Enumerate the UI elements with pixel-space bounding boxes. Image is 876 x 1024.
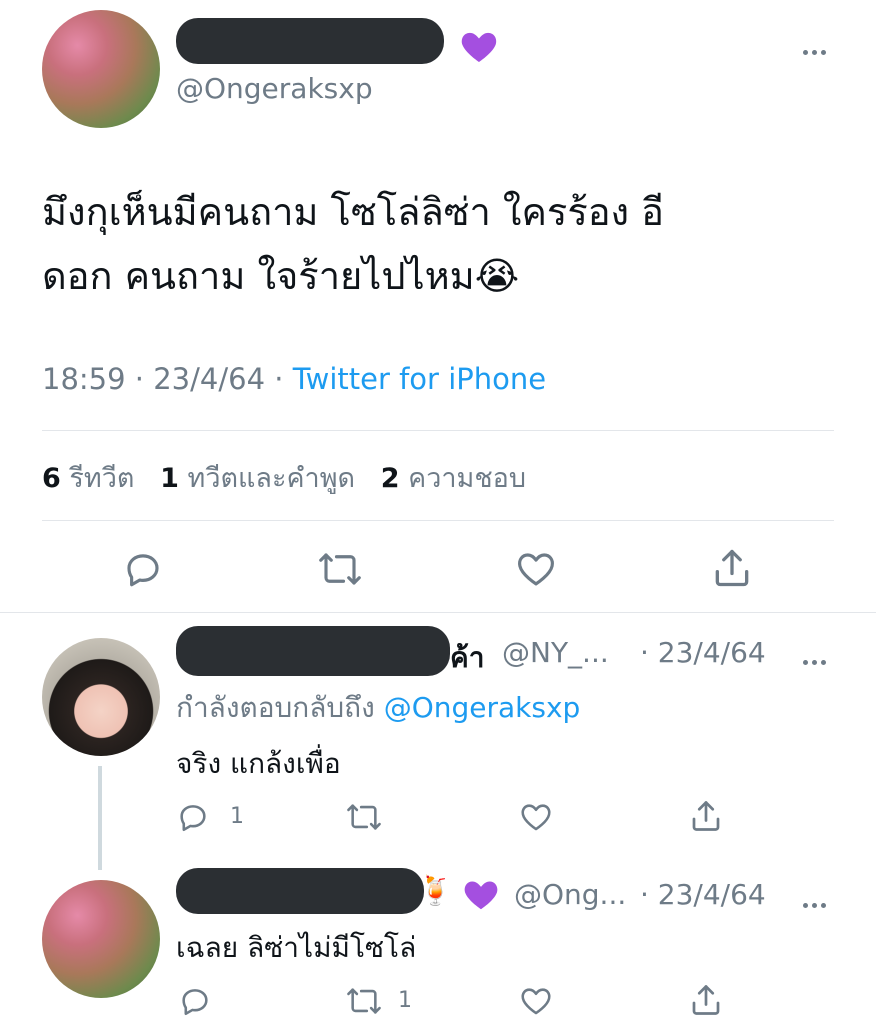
tropical-drink-emoji: 🍹 (418, 874, 453, 907)
tweet-meta: 18:59 · 23/4/64 · Twitter for iPhone (42, 362, 546, 396)
reply1-avatar[interactable] (42, 638, 160, 756)
author-avatar[interactable] (42, 10, 160, 128)
tweet-text-line-2: ดอก คนถาม ใจร้ายไปไหม (42, 254, 475, 298)
divider (42, 520, 834, 521)
like-icon[interactable] (518, 800, 554, 834)
share-icon[interactable] (710, 546, 754, 590)
purple-heart-icon (462, 876, 500, 918)
likes-stat[interactable]: 2 ความชอบ (381, 463, 526, 494)
redacted-display-name (176, 626, 450, 676)
quotes-count: 1 (160, 463, 179, 494)
tweet-stats: 6 รีทวีต 1 ทวีตและคำพูด 2 ความชอบ (42, 456, 526, 499)
retweets-label: รีทวีต (69, 463, 135, 494)
likes-label: ความชอบ (408, 463, 527, 494)
more-options-icon[interactable] (801, 893, 828, 912)
purple-heart-icon (459, 27, 499, 67)
tweet-time: 18:59 (42, 362, 126, 396)
meta-separator: · (274, 362, 284, 396)
author-handle[interactable]: @Ongeraksxp (176, 72, 373, 105)
reply1-text: จริง แกล้งเพื่อ (176, 747, 341, 780)
reply-icon[interactable] (176, 800, 210, 834)
share-icon[interactable] (688, 798, 724, 834)
reply1-reply-count: 1 (230, 804, 244, 829)
replying-to-handle[interactable]: @Ongeraksxp (384, 691, 581, 724)
retweet-icon[interactable] (317, 548, 363, 590)
reply2-text: เฉลย ลิซ่าไม่มีโซโล่ (176, 931, 417, 964)
divider (0, 612, 876, 613)
tweet-source-link[interactable]: Twitter for iPhone (293, 362, 546, 396)
crying-emoji: 😭 (474, 254, 520, 298)
tweet-text-line-1: มึงกุเห็นมีคนถาม โซโล่ลิซ่า ใครร้อง อี (42, 190, 665, 234)
reply1-handle[interactable]: @NY_... (502, 636, 609, 669)
share-icon[interactable] (688, 982, 724, 1018)
tweet-date: 23/4/64 (153, 362, 266, 396)
reply1-name-suffix: ค้า (450, 641, 485, 674)
reply-icon[interactable] (178, 984, 212, 1018)
redacted-display-name (176, 868, 424, 914)
reply2-date: · 23/4/64 (640, 878, 766, 911)
like-icon[interactable] (518, 984, 554, 1018)
retweet-icon[interactable] (345, 984, 383, 1018)
meta-separator: · (134, 362, 145, 396)
retweets-count: 6 (42, 463, 61, 494)
reply1-date: · 23/4/64 (640, 636, 766, 669)
redacted-display-name (176, 18, 444, 64)
quotes-stat[interactable]: 1 ทวีตและคำพูด (160, 463, 355, 494)
more-options-icon[interactable] (801, 650, 828, 669)
reply2-retweet-count: 1 (398, 988, 412, 1013)
retweet-icon[interactable] (345, 800, 383, 834)
replying-to-prefix: กำลังตอบกลับถึง (176, 691, 375, 724)
likes-count: 2 (380, 463, 400, 494)
thread-line (98, 766, 102, 870)
quotes-label: ทวีตและคำพูด (187, 463, 356, 494)
like-icon[interactable] (514, 548, 558, 590)
tweet-text: มึงกุเห็นมีคนถาม โซโล่ลิซ่า ใครร้อง อี ด… (42, 180, 842, 308)
divider (42, 430, 834, 431)
more-options-icon[interactable] (801, 40, 828, 59)
reply2-handle[interactable]: @Ong... (514, 878, 626, 911)
reply2-avatar[interactable] (42, 880, 160, 998)
replying-to: กำลังตอบกลับถึง @Ongeraksxp (176, 686, 580, 730)
retweets-stat[interactable]: 6 รีทวีต (42, 463, 134, 494)
reply-icon[interactable] (122, 548, 164, 590)
